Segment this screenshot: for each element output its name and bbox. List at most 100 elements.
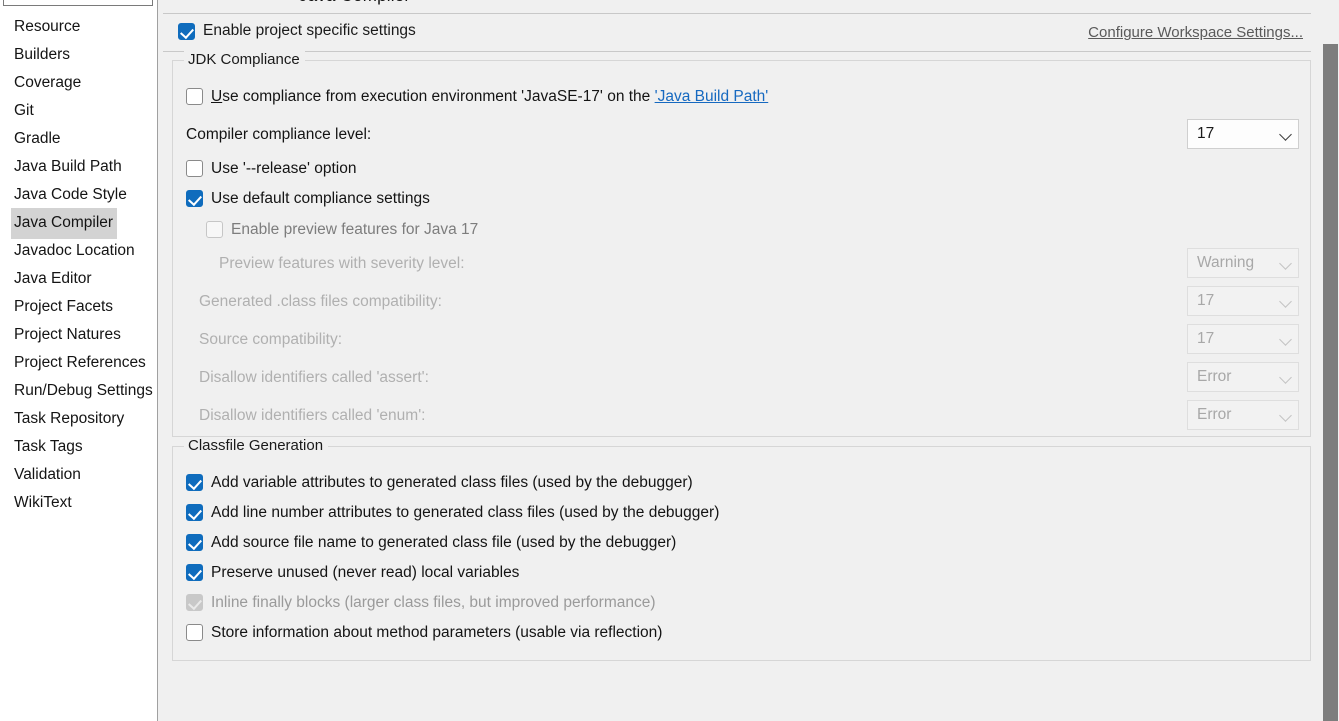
disallow-assert-label: Disallow identifiers called 'assert': — [199, 369, 429, 387]
sidebar-item-validation[interactable]: Validation — [0, 460, 157, 488]
chevron-down-icon — [1280, 333, 1292, 345]
sidebar-item-label: Java Compiler — [11, 208, 117, 239]
sidebar-item-label: Task Tags — [11, 432, 87, 463]
classfile-option-row[interactable]: Add line number attributes to generated … — [186, 504, 719, 521]
sidebar-item-label: Java Editor — [11, 264, 96, 295]
preferences-tree-sidebar: ResourceBuildersCoverageGitGradleJava Bu… — [0, 0, 158, 721]
disallow-enum-combo: Error — [1187, 400, 1299, 430]
classfile-option-label: Preserve unused (never read) local varia… — [211, 564, 519, 581]
classfile-option-label: Inline finally blocks (larger class file… — [211, 594, 656, 611]
compiler-compliance-level-value: 17 — [1197, 125, 1280, 143]
source-compatibility-combo: 17 — [1187, 324, 1299, 354]
page-title: Java Compiler — [299, 0, 410, 6]
classfile-option-checkbox[interactable] — [186, 624, 203, 641]
enable-preview-features-checkbox — [206, 221, 223, 238]
sidebar-item-project-facets[interactable]: Project Facets — [0, 292, 157, 320]
source-compatibility-value: 17 — [1197, 330, 1280, 348]
use-execution-environment-label: Use compliance from execution environmen… — [211, 88, 768, 105]
enable-project-specific-checkbox[interactable] — [178, 23, 195, 40]
sidebar-item-git[interactable]: Git — [0, 96, 157, 124]
use-release-option-checkbox[interactable] — [186, 160, 203, 177]
use-execution-environment-checkbox[interactable] — [186, 88, 203, 105]
classfile-option-checkbox[interactable] — [186, 564, 203, 581]
filter-input[interactable] — [3, 0, 153, 6]
use-default-compliance-label: Use default compliance settings — [211, 190, 430, 207]
sidebar-item-label: Java Code Style — [11, 180, 131, 211]
classfile-generation-group-title: Classfile Generation — [184, 437, 328, 454]
sidebar-item-gradle[interactable]: Gradle — [0, 124, 157, 152]
class-files-compatibility-value: 17 — [1197, 292, 1280, 310]
sidebar-item-resource[interactable]: Resource — [0, 12, 157, 40]
configure-workspace-settings-link[interactable]: Configure Workspace Settings... — [1088, 24, 1303, 41]
preview-severity-label: Preview features with severity level: — [219, 255, 465, 273]
classfile-option-row[interactable]: Add source file name to generated class … — [186, 534, 676, 551]
sidebar-item-project-references[interactable]: Project References — [0, 348, 157, 376]
classfile-option-checkbox — [186, 594, 203, 611]
sidebar-item-project-natures[interactable]: Project Natures — [0, 320, 157, 348]
compiler-compliance-level-combo[interactable]: 17 — [1187, 119, 1299, 149]
use-release-option-label: Use '--release' option — [211, 160, 357, 177]
sidebar-item-run-debug-settings[interactable]: Run/Debug Settings — [0, 376, 157, 404]
use-release-option-row[interactable]: Use '--release' option — [186, 160, 357, 177]
chevron-down-icon — [1280, 128, 1292, 140]
sidebar-item-label: Javadoc Location — [11, 236, 139, 267]
vertical-scrollbar-thumb[interactable] — [1323, 44, 1338, 721]
sidebar-item-label: Run/Debug Settings — [11, 376, 157, 407]
use-execution-environment-text: se compliance from execution environment… — [222, 88, 654, 105]
vertical-scrollbar-track[interactable] — [1321, 0, 1339, 721]
java-build-path-link[interactable]: 'Java Build Path' — [655, 88, 769, 105]
classfile-option-row[interactable]: Store information about method parameter… — [186, 624, 662, 641]
class-files-compatibility-combo: 17 — [1187, 286, 1299, 316]
preferences-tree: ResourceBuildersCoverageGitGradleJava Bu… — [0, 12, 157, 516]
classfile-option-label: Store information about method parameter… — [211, 624, 662, 641]
use-default-compliance-row[interactable]: Use default compliance settings — [186, 190, 430, 207]
disallow-enum-label: Disallow identifiers called 'enum': — [199, 407, 425, 425]
use-default-compliance-checkbox[interactable] — [186, 190, 203, 207]
classfile-option-label: Add variable attributes to generated cla… — [211, 474, 693, 491]
classfile-option-checkbox[interactable] — [186, 534, 203, 551]
compiler-compliance-level-label: Compiler compliance level: — [186, 126, 371, 144]
sidebar-item-label: Project Facets — [11, 292, 117, 323]
sidebar-item-label: Task Repository — [11, 404, 128, 435]
sidebar-item-coverage[interactable]: Coverage — [0, 68, 157, 96]
chevron-down-icon — [1280, 295, 1292, 307]
disallow-assert-combo: Error — [1187, 362, 1299, 392]
preferences-page: ResourceBuildersCoverageGitGradleJava Bu… — [0, 0, 1339, 721]
classfile-option-checkbox[interactable] — [186, 504, 203, 521]
sidebar-item-javadoc-location[interactable]: Javadoc Location — [0, 236, 157, 264]
sidebar-item-label: Git — [11, 96, 38, 127]
sidebar-item-java-code-style[interactable]: Java Code Style — [0, 180, 157, 208]
chevron-down-icon — [1280, 371, 1292, 383]
sidebar-item-label: Coverage — [11, 68, 85, 99]
sidebar-item-wikitext[interactable]: WikiText — [0, 488, 157, 516]
use-execution-environment-row[interactable]: Use compliance from execution environmen… — [186, 88, 768, 105]
sidebar-item-java-compiler[interactable]: Java Compiler — [0, 208, 157, 236]
mnemonic-u: U — [211, 88, 222, 105]
classfile-option-label: Add line number attributes to generated … — [211, 504, 719, 521]
sidebar-item-label: Validation — [11, 460, 85, 491]
enable-project-specific-row[interactable]: Enable project specific settings — [178, 22, 416, 40]
sidebar-item-java-editor[interactable]: Java Editor — [0, 264, 157, 292]
sidebar-item-task-tags[interactable]: Task Tags — [0, 432, 157, 460]
sidebar-item-builders[interactable]: Builders — [0, 40, 157, 68]
classfile-option-row[interactable]: Add variable attributes to generated cla… — [186, 474, 693, 491]
enable-preview-features-label: Enable preview features for Java 17 — [231, 221, 478, 238]
classfile-generation-group: Classfile Generation Add variable attrib… — [172, 446, 1311, 661]
sidebar-item-label: Gradle — [11, 124, 65, 155]
classfile-option-row: Inline finally blocks (larger class file… — [186, 594, 656, 611]
disallow-assert-value: Error — [1197, 368, 1280, 386]
sidebar-item-label: Java Build Path — [11, 152, 126, 183]
title-divider — [163, 13, 1311, 14]
jdk-compliance-group-title: JDK Compliance — [184, 51, 305, 68]
classfile-option-row[interactable]: Preserve unused (never read) local varia… — [186, 564, 519, 581]
chevron-down-icon — [1280, 409, 1292, 421]
top-divider — [163, 51, 1311, 52]
sidebar-item-java-build-path[interactable]: Java Build Path — [0, 152, 157, 180]
sidebar-item-task-repository[interactable]: Task Repository — [0, 404, 157, 432]
jdk-compliance-group: JDK Compliance Use compliance from execu… — [172, 60, 1311, 437]
sidebar-item-label: Builders — [11, 40, 74, 71]
source-compatibility-label: Source compatibility: — [199, 331, 342, 349]
class-files-compatibility-label: Generated .class files compatibility: — [199, 293, 442, 311]
classfile-option-checkbox[interactable] — [186, 474, 203, 491]
enable-project-specific-label: Enable project specific settings — [203, 22, 416, 40]
